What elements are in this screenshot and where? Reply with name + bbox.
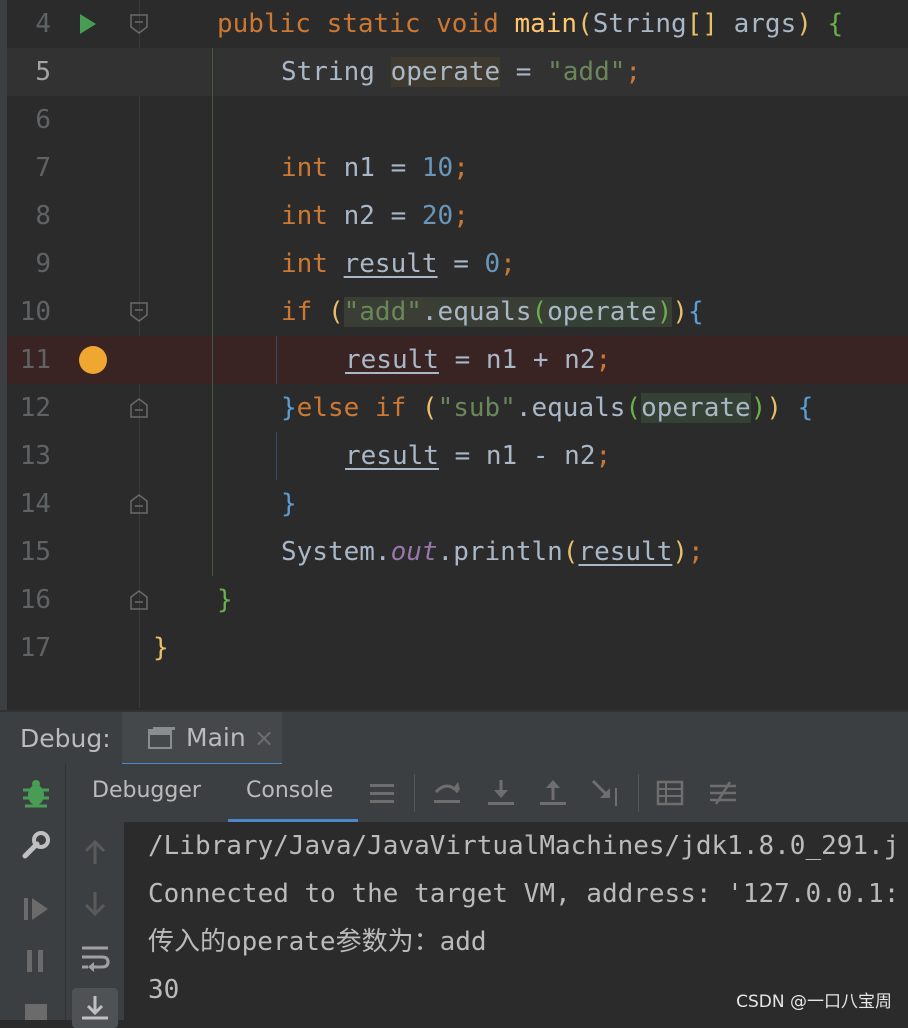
code-text: if ("add".equals(operate)){: [281, 297, 704, 327]
left-edge-strip: [0, 0, 7, 1020]
line-number: 7: [35, 153, 51, 183]
fold-marker-icon[interactable]: [130, 398, 148, 418]
code-line[interactable]: 15 System.out.println(result);: [0, 528, 908, 576]
code-text: System.out.println(result);: [281, 537, 704, 567]
code-line[interactable]: 16 }: [0, 576, 908, 624]
tab-console-label: Console: [246, 778, 334, 803]
application-window-icon: [148, 727, 175, 749]
code-line-breakpoint[interactable]: 11 result = n1 + n2;: [0, 336, 908, 384]
console-line: Connected to the target VM, address: '12…: [148, 879, 900, 909]
code-line[interactable]: 7 int n1 = 10;: [0, 144, 908, 192]
line-number: 11: [19, 345, 51, 375]
indent-guide: [276, 432, 277, 480]
pause-icon[interactable]: [21, 946, 51, 976]
wrench-icon[interactable]: [21, 830, 51, 860]
code-line[interactable]: 4 public static void main(String[] args)…: [0, 0, 908, 48]
arrow-up-icon[interactable]: [82, 838, 108, 866]
line-number: 13: [19, 441, 51, 471]
code-text: }: [217, 585, 233, 615]
line-number: 6: [35, 105, 51, 135]
debug-label: Debug:: [20, 724, 111, 753]
tab-debugger[interactable]: Debugger: [92, 778, 201, 803]
code-line[interactable]: 17 }: [0, 624, 908, 672]
stop-icon[interactable]: [21, 1000, 51, 1020]
tab-console[interactable]: Console: [228, 764, 358, 822]
code-text: }else if ("sub".equals(operate)) {: [281, 393, 814, 423]
console-line: 30: [148, 975, 180, 1005]
console-line: 传入的operate参数为：add: [148, 927, 487, 957]
menu-icon[interactable]: [368, 778, 396, 808]
debug-subtab-bar: Debugger Console: [66, 764, 908, 823]
code-line[interactable]: 13 result = n1 - n2;: [0, 432, 908, 480]
step-out-icon[interactable]: [538, 778, 568, 808]
breakpoint-icon[interactable]: [79, 346, 107, 374]
line-number: 9: [35, 249, 51, 279]
session-tab-main[interactable]: Main ×: [122, 712, 282, 766]
code-editor[interactable]: 4 public static void main(String[] args)…: [0, 0, 908, 708]
code-line[interactable]: 14 }: [0, 480, 908, 528]
fold-marker-icon[interactable]: [130, 14, 148, 34]
scroll-to-end-button[interactable]: [72, 988, 118, 1028]
line-number: 5: [35, 57, 51, 87]
code-text: }: [153, 633, 169, 663]
code-line[interactable]: 10 if ("add".equals(operate)){: [0, 288, 908, 336]
line-number: 14: [19, 489, 51, 519]
bug-icon[interactable]: [21, 778, 51, 808]
arrow-down-icon[interactable]: [82, 890, 108, 918]
step-into-icon[interactable]: [486, 778, 516, 808]
line-number: 15: [19, 537, 51, 567]
console-side-toolbar: [66, 822, 125, 1028]
session-tab-label: Main: [186, 723, 246, 752]
line-number: 16: [19, 585, 51, 615]
indent-guide: [276, 336, 277, 384]
code-text: }: [281, 489, 297, 519]
line-number: 4: [35, 9, 51, 39]
debug-tool-window-header: Debug: Main ×: [0, 710, 908, 766]
run-gutter-icon[interactable]: [78, 12, 98, 36]
code-text: result = n1 - n2;: [345, 441, 612, 471]
resume-program-icon[interactable]: [21, 894, 51, 924]
fold-marker-icon[interactable]: [130, 590, 148, 610]
soft-wrap-icon[interactable]: [80, 942, 110, 972]
code-line[interactable]: 6: [0, 96, 908, 144]
line-number: 17: [19, 633, 51, 663]
line-number: 10: [19, 297, 51, 327]
code-text: public static void main(String[] args) {: [217, 9, 844, 39]
debug-left-toolbar: [7, 764, 66, 1020]
code-line[interactable]: 8 int n2 = 20;: [0, 192, 908, 240]
code-line[interactable]: 12 }else if ("sub".equals(operate)) {: [0, 384, 908, 432]
console-line: /Library/Java/JavaVirtualMachines/jdk1.8…: [148, 831, 900, 861]
run-to-cursor-icon[interactable]: [590, 778, 624, 808]
code-line[interactable]: 9 int result = 0;: [0, 240, 908, 288]
fold-marker-icon[interactable]: [130, 302, 148, 322]
code-text: int n2 = 20;: [281, 201, 469, 231]
line-number: 12: [19, 393, 51, 423]
evaluate-expression-icon[interactable]: [656, 778, 684, 808]
close-icon[interactable]: ×: [254, 724, 274, 752]
indent-guide: [212, 48, 213, 576]
watermark-text: CSDN @一口八宝周: [736, 992, 892, 1012]
code-text: int result = 0;: [281, 249, 516, 279]
code-text: result = n1 + n2;: [345, 345, 612, 375]
fold-marker-icon[interactable]: [130, 494, 148, 514]
code-text: String operate = "add";: [281, 57, 642, 87]
step-over-icon[interactable]: [432, 778, 462, 808]
code-text: int n1 = 10;: [281, 153, 469, 183]
line-number: 8: [35, 201, 51, 231]
trace-icon[interactable]: [708, 778, 738, 808]
code-line-current[interactable]: 5 String operate = "add";: [0, 48, 908, 96]
